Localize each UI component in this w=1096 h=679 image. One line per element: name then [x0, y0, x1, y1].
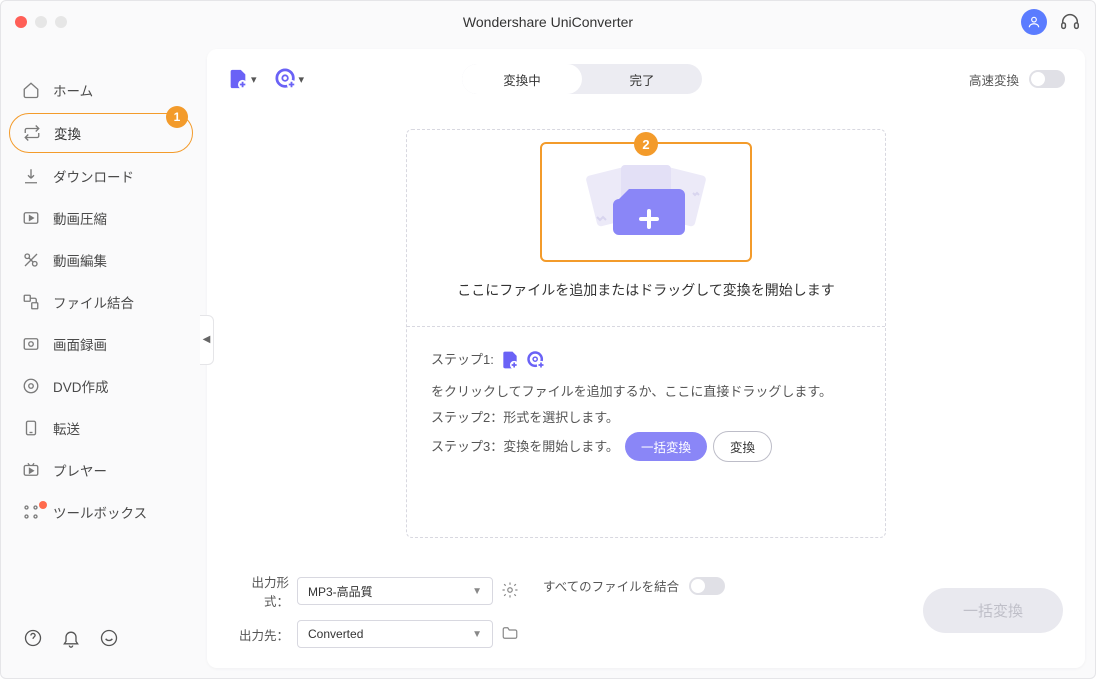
window-controls — [15, 16, 67, 28]
add-file-button[interactable]: ▾ — [227, 68, 257, 90]
step-badge-2: 2 — [634, 132, 658, 156]
dvd-icon — [21, 376, 41, 396]
step2-text: ステップ2：形式を選択します。 — [431, 405, 619, 431]
output-format-value: MP3-高品質 — [308, 583, 373, 600]
sidebar-item-label: ファイル結合 — [53, 292, 134, 312]
output-path-label: 出力先： — [229, 625, 289, 644]
add-disc-button[interactable]: ▾ — [275, 68, 305, 90]
sidebar-item-label: ツールボックス — [53, 502, 147, 522]
add-file-icon — [227, 68, 249, 90]
sidebar-item-home[interactable]: ホーム — [9, 71, 193, 109]
minimize-icon[interactable] — [35, 16, 47, 28]
sidebar-item-compress[interactable]: 動画圧縮 — [9, 199, 193, 237]
convert-button[interactable]: 変換 — [713, 431, 772, 462]
step3-text: ステップ3：変換を開始します。 — [431, 434, 619, 460]
app-window: Wondershare UniConverter ホーム 変換 1 ダウンロ — [0, 0, 1096, 679]
record-icon — [21, 334, 41, 354]
sidebar-item-label: 動画編集 — [53, 250, 107, 270]
settings-gear-icon[interactable] — [501, 581, 521, 601]
sidebar-item-toolbox[interactable]: ツールボックス — [9, 493, 193, 531]
support-icon[interactable] — [1059, 11, 1081, 33]
toolbox-icon — [21, 502, 41, 522]
batch-convert-button[interactable]: 一括変換 — [625, 432, 707, 461]
fast-convert-toggle[interactable] — [1029, 70, 1065, 88]
output-format-label: 出力形式： — [229, 572, 289, 610]
output-path-value: Converted — [308, 627, 363, 641]
toolbar: ▾ ▾ 変換中 完了 高速変換 — [207, 49, 1085, 109]
merge-all-toggle[interactable] — [689, 577, 725, 595]
edit-icon — [21, 250, 41, 270]
tab-done[interactable]: 完了 — [582, 64, 702, 94]
maximize-icon[interactable] — [55, 16, 67, 28]
convert-icon — [22, 123, 42, 143]
batch-convert-main-button[interactable]: 一括変換 — [923, 588, 1063, 633]
sidebar-item-dvd[interactable]: DVD作成 — [9, 367, 193, 405]
sidebar-item-label: ホーム — [53, 80, 93, 100]
app-title: Wondershare UniConverter — [463, 14, 633, 30]
sidebar-item-download[interactable]: ダウンロード — [9, 157, 193, 195]
chevron-down-icon: ▾ — [251, 73, 257, 86]
add-disc-icon — [275, 68, 297, 90]
output-format-select[interactable]: MP3-高品質 ▼ — [297, 577, 493, 605]
sidebar-item-label: DVD作成 — [53, 376, 109, 396]
steps-panel: ステップ1: をクリックしてファイルを追加するか、ここに直接ドラッグします。 ス… — [407, 326, 885, 486]
transfer-icon — [21, 418, 41, 438]
chevron-down-icon: ▼ — [472, 586, 482, 597]
main-panel: ▾ ▾ 変換中 完了 高速変換 — [207, 49, 1085, 668]
output-path-select[interactable]: Converted ▼ — [297, 620, 493, 648]
status-segment: 変換中 完了 — [462, 64, 702, 94]
sidebar-collapse-button[interactable]: ◀ — [200, 315, 214, 365]
sidebar-item-label: 動画圧縮 — [53, 208, 107, 228]
tab-converting[interactable]: 変換中 — [462, 64, 582, 94]
merge-icon — [21, 292, 41, 312]
notification-dot — [39, 501, 47, 509]
player-icon — [21, 460, 41, 480]
dropzone-illustration: 2 — [540, 142, 752, 262]
step1-prefix: ステップ1: — [431, 347, 494, 373]
chevron-down-icon: ▾ — [299, 73, 305, 86]
sidebar-item-label: 変換 — [54, 123, 81, 143]
chevron-down-icon: ▼ — [472, 629, 482, 640]
compress-icon — [21, 208, 41, 228]
dropzone-text: ここにファイルを追加またはドラッグして変換を開始します — [433, 280, 859, 300]
sidebar-item-merge[interactable]: ファイル結合 — [9, 283, 193, 321]
sidebar-item-label: プレヤー — [53, 460, 107, 480]
add-disc-icon — [526, 350, 546, 370]
titlebar: Wondershare UniConverter — [1, 1, 1095, 43]
close-icon[interactable] — [15, 16, 27, 28]
download-icon — [21, 166, 41, 186]
sidebar-item-edit[interactable]: 動画編集 — [9, 241, 193, 279]
bottom-bar: 出力形式： MP3-高品質 ▼ 出力先： Converted ▼ — [207, 558, 1085, 668]
open-folder-icon[interactable] — [501, 624, 521, 644]
home-icon — [21, 80, 41, 100]
dropzone[interactable]: 2 ここにファイルを追加またはドラッグして変換を開始します — [406, 129, 886, 538]
step1-suffix: をクリックしてファイルを追加するか、ここに直接ドラッグします。 — [431, 379, 832, 405]
sidebar-item-transfer[interactable]: 転送 — [9, 409, 193, 447]
user-avatar[interactable] — [1021, 9, 1047, 35]
fast-convert-label: 高速変換 — [969, 70, 1019, 89]
feedback-icon[interactable] — [99, 628, 119, 648]
bell-icon[interactable] — [61, 628, 81, 648]
sidebar: ホーム 変換 1 ダウンロード 動画圧縮 動画編集 ファイル結合 — [1, 43, 201, 678]
sidebar-item-record[interactable]: 画面録画 — [9, 325, 193, 363]
sidebar-item-convert[interactable]: 変換 1 — [9, 113, 193, 153]
merge-all-label: すべてのファイルを結合 — [543, 576, 679, 595]
help-icon[interactable] — [23, 628, 43, 648]
sidebar-item-label: 転送 — [53, 418, 80, 438]
step-badge-1: 1 — [166, 106, 188, 128]
sidebar-item-player[interactable]: プレヤー — [9, 451, 193, 489]
add-file-icon — [500, 350, 520, 370]
sidebar-item-label: ダウンロード — [53, 166, 134, 186]
sidebar-item-label: 画面録画 — [53, 334, 107, 354]
